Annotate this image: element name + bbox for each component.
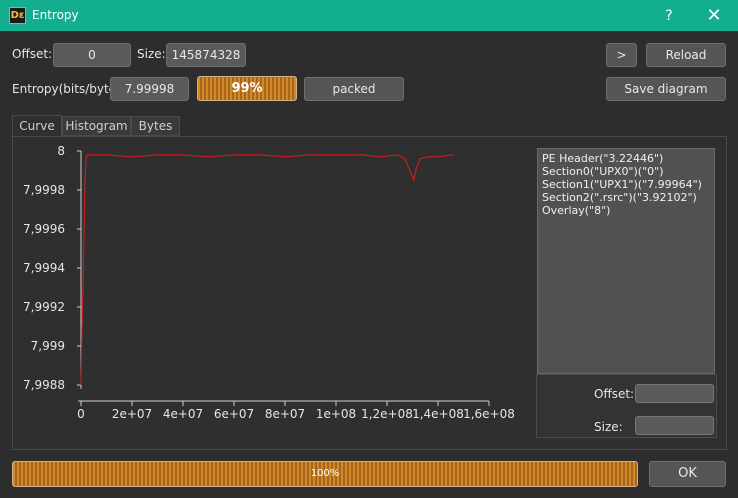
list-item[interactable]: Section1("UPX1")("7.99964") — [542, 178, 702, 191]
chart-ticks: 7,9988 7,999 7,9992 7,9994 7,9996 7,9998 8 0 2e+… — [23, 144, 515, 421]
sections-list[interactable]: PE Header("3.22446") Section0("UPX0")("0… — [537, 148, 715, 374]
help-button[interactable]: ? — [652, 4, 686, 28]
x-tick-label: 1,2e+08 — [361, 407, 413, 421]
list-item[interactable]: Section0("UPX0")("0") — [542, 165, 664, 178]
reload-button[interactable]: Reload — [646, 43, 726, 67]
y-tick-label: 7,9992 — [23, 300, 65, 314]
entropy-curve-chart: 7,9988 7,999 7,9992 7,9994 7,9996 7,9998 8 0 2e+… — [23, 144, 515, 421]
x-tick-label: 6e+07 — [214, 407, 254, 421]
x-tick-label: 1,6e+08 — [463, 407, 515, 421]
selection-size-label: Size: — [594, 420, 623, 434]
x-tick-label: 1,4e+08 — [412, 407, 464, 421]
entropy-series-line — [80, 154, 454, 386]
list-item[interactable]: Section2(".rsrc")("3.92102") — [542, 191, 697, 204]
y-tick-label: 7,9996 — [23, 222, 65, 236]
y-tick-label: 8 — [57, 144, 65, 158]
x-tick-label: 2e+07 — [112, 407, 152, 421]
y-tick-label: 7,9988 — [23, 378, 65, 392]
x-tick-label: 0 — [77, 407, 85, 421]
x-tick-label: 8e+07 — [265, 407, 305, 421]
y-tick-label: 7,9994 — [23, 261, 65, 275]
close-button[interactable]: ✕ — [696, 4, 732, 28]
overall-progress-bar: 100% — [12, 461, 638, 487]
selection-offset-field[interactable] — [635, 384, 714, 403]
y-tick-label: 7,9998 — [23, 183, 65, 197]
x-tick-label: 1e+08 — [316, 407, 356, 421]
save-diagram-button[interactable]: Save diagram — [606, 77, 726, 101]
list-item[interactable]: PE Header("3.22446") — [542, 152, 663, 165]
selection-group: Offset: Size: — [536, 374, 717, 438]
chart-line-layer — [80, 154, 454, 386]
ok-button[interactable]: OK — [649, 461, 726, 487]
x-tick-label: 4e+07 — [163, 407, 203, 421]
chart-axes — [78, 151, 489, 402]
y-tick-label: 7,999 — [31, 339, 65, 353]
selection-offset-label: Offset: — [594, 387, 635, 401]
next-button[interactable]: > — [606, 43, 637, 67]
selection-size-field[interactable] — [635, 416, 714, 435]
list-item[interactable]: Overlay("8") — [542, 204, 610, 217]
